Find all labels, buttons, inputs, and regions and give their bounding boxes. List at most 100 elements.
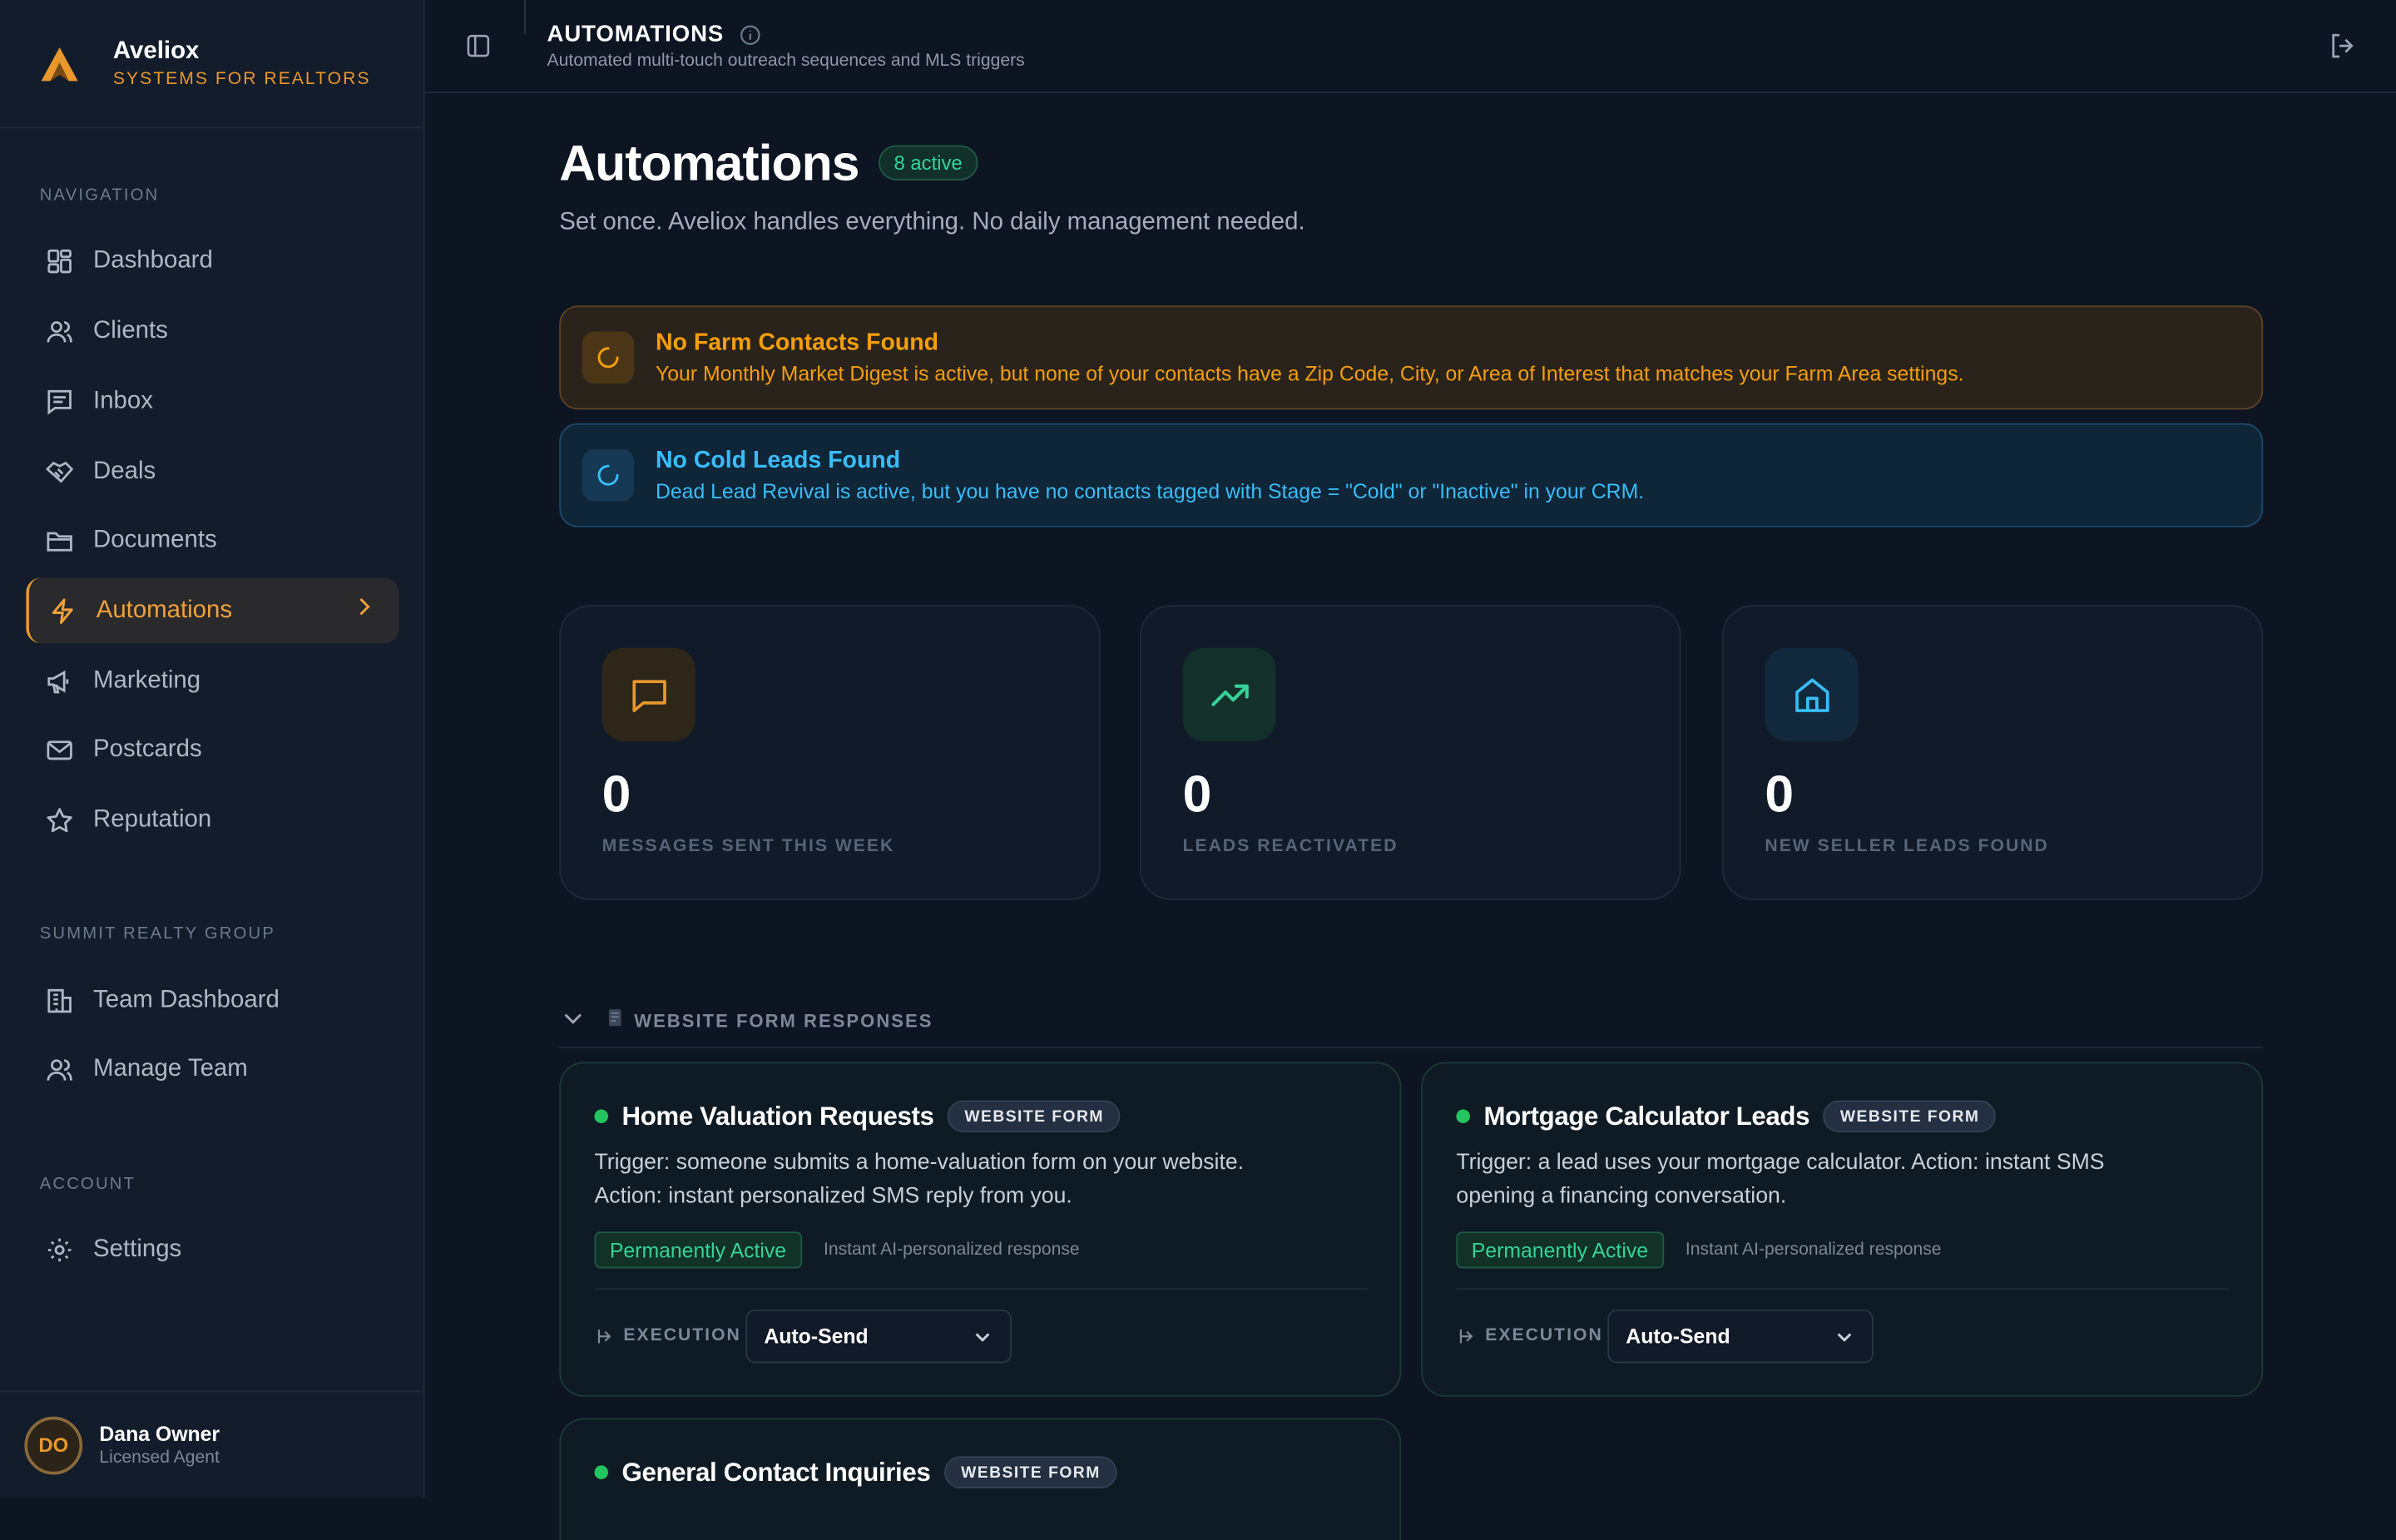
stat-label: NEW SELLER LEADS FOUND	[1765, 837, 2049, 856]
stat-value: 0	[1765, 765, 1795, 824]
card-description: Trigger: a lead uses your mortgage calcu…	[1456, 1151, 2105, 1209]
logout-icon[interactable]	[2329, 32, 2356, 60]
page-subtitle: Set once. Aveliox handles everything. No…	[559, 209, 1305, 235]
sidebar-item-team-dashboard[interactable]: Team Dashboard	[26, 968, 399, 1033]
topbar-divider	[523, 0, 526, 34]
sidebar-item-deals[interactable]: Deals	[26, 438, 399, 504]
sidebar-item-marketing[interactable]: Marketing	[26, 648, 399, 714]
sidebar-item-label: Settings	[93, 1235, 182, 1262]
chat-bubble-icon	[601, 647, 696, 741]
card-divider	[1456, 1288, 2230, 1290]
automation-card-mortgage-calculator: Mortgage Calculator Leads WEBSITE FORM T…	[1421, 1062, 2264, 1397]
card-hint: Instant AI-personalized response	[823, 1240, 1080, 1260]
user-profile[interactable]: DO Dana Owner Licensed Agent	[0, 1390, 425, 1498]
card-title: Home Valuation Requests	[621, 1101, 934, 1131]
stat-card-leads-reactivated: 0 LEADS REACTIVATED	[1140, 605, 1681, 900]
stat-label: LEADS REACTIVATED	[1182, 837, 1398, 856]
status-dot	[594, 1109, 609, 1123]
stat-label: MESSAGES SENT THIS WEEK	[601, 837, 895, 856]
sidebar-item-clients[interactable]: Clients	[26, 298, 399, 364]
stat-card-seller-leads: 0 NEW SELLER LEADS FOUND	[1721, 605, 2264, 900]
sidebar-item-documents[interactable]: Documents	[26, 508, 399, 573]
card-description: Trigger: someone submits a home-valuatio…	[594, 1151, 1245, 1209]
execution-icon	[1459, 1329, 1473, 1344]
page-title: Automations	[559, 134, 859, 191]
card-title: Mortgage Calculator Leads	[1483, 1101, 1810, 1131]
form-icon	[608, 1009, 621, 1027]
sidebar-item-label: Documents	[93, 526, 217, 552]
topbar: AUTOMATIONS Automated multi-touch outrea…	[424, 0, 2396, 94]
sidebar-toggle-icon[interactable]	[466, 33, 490, 57]
status-dot	[594, 1465, 609, 1479]
sidebar-item-reputation[interactable]: Reputation	[26, 787, 399, 853]
sidebar: Aveliox SYSTEMS FOR REALTORS NAVIGATION …	[0, 0, 425, 1498]
sidebar-item-settings[interactable]: Settings	[26, 1216, 399, 1282]
user-name: Dana Owner	[99, 1422, 220, 1446]
card-header: Mortgage Calculator Leads WEBSITE FORM	[1456, 1100, 1997, 1133]
message-icon	[44, 386, 75, 417]
sidebar-item-label: Marketing	[93, 666, 201, 693]
card-header: Home Valuation Requests WEBSITE FORM	[594, 1100, 1121, 1133]
stat-value: 0	[1182, 765, 1212, 824]
card-divider	[594, 1288, 1368, 1290]
sidebar-item-label: Clients	[93, 317, 168, 344]
active-count-badge: 8 active	[879, 145, 978, 181]
type-badge: WEBSITE FORM	[943, 1456, 1117, 1488]
handshake-icon	[44, 456, 75, 487]
lightning-icon	[47, 595, 78, 626]
sidebar-item-label: Dashboard	[93, 246, 213, 273]
sidebar-item-label: Inbox	[93, 387, 153, 413]
sidebar-item-inbox[interactable]: Inbox	[26, 369, 399, 434]
automation-card-home-valuation: Home Valuation Requests WEBSITE FORM Tri…	[559, 1062, 1402, 1397]
status-dot	[1456, 1109, 1470, 1123]
alert-no-farm-contacts: No Farm Contacts Found Your Monthly Mark…	[559, 305, 2264, 410]
execution-label: EXECUTION	[623, 1326, 741, 1345]
topbar-title-text: AUTOMATIONS	[547, 21, 725, 47]
card-header: General Contact Inquiries WEBSITE FORM	[594, 1456, 1117, 1488]
alert-title: No Farm Contacts Found	[655, 329, 939, 356]
stat-value: 0	[601, 765, 631, 824]
avatar: DO	[24, 1415, 83, 1474]
nav-section-label: NAVIGATION	[39, 186, 160, 205]
chevron-down-icon	[1837, 1333, 1852, 1342]
group-label: WEBSITE FORM RESPONSES	[634, 1010, 933, 1032]
alert-title: No Cold Leads Found	[655, 448, 901, 474]
home-icon	[1765, 647, 1859, 741]
card-hint: Instant AI-personalized response	[1685, 1240, 1942, 1260]
execution-icon	[597, 1329, 611, 1344]
status-badge: Permanently Active	[1456, 1231, 1664, 1269]
sidebar-item-label: Team Dashboard	[93, 986, 280, 1013]
execution-select-value: Auto-Send	[1626, 1325, 1730, 1348]
sidebar-item-automations[interactable]: Automations	[26, 577, 399, 644]
group-website-form-responses[interactable]: WEBSITE FORM RESPONSES	[559, 1004, 2264, 1048]
execution-label: EXECUTION	[1485, 1326, 1603, 1345]
status-badge: Permanently Active	[594, 1231, 802, 1269]
alert-text: Your Monthly Market Digest is active, bu…	[655, 362, 1964, 385]
chevron-right-icon	[359, 597, 370, 616]
mail-icon	[44, 735, 75, 765]
alert-text: Dead Lead Revival is active, but you hav…	[655, 479, 1645, 503]
sidebar-item-postcards[interactable]: Postcards	[26, 716, 399, 782]
execution-select[interactable]: Auto-Send	[1607, 1310, 1874, 1364]
chevron-down-icon	[975, 1333, 990, 1342]
dashboard-icon	[44, 245, 75, 276]
chevron-down-icon[interactable]	[562, 1007, 584, 1028]
sidebar-item-dashboard[interactable]: Dashboard	[26, 228, 399, 294]
users-icon	[44, 315, 75, 346]
brand[interactable]: Aveliox SYSTEMS FOR REALTORS	[0, 0, 423, 129]
users-icon	[44, 1053, 75, 1084]
topbar-subtitle: Automated multi-touch outreach sequences…	[547, 52, 1025, 71]
sidebar-item-label: Reputation	[93, 805, 212, 833]
loading-icon	[582, 448, 635, 502]
brand-tagline: SYSTEMS FOR REALTORS	[112, 70, 371, 89]
execution-select[interactable]: Auto-Send	[745, 1310, 1012, 1364]
building-icon	[44, 985, 75, 1016]
sidebar-item-manage-team[interactable]: Manage Team	[26, 1036, 399, 1102]
brand-name: Aveliox	[112, 37, 200, 65]
info-icon[interactable]	[740, 23, 761, 45]
aveliox-logo-icon	[41, 47, 78, 81]
megaphone-icon	[44, 666, 75, 696]
sidebar-item-label: Manage Team	[93, 1055, 248, 1082]
sidebar-item-label: Automations	[96, 597, 233, 623]
gear-icon	[44, 1234, 75, 1265]
